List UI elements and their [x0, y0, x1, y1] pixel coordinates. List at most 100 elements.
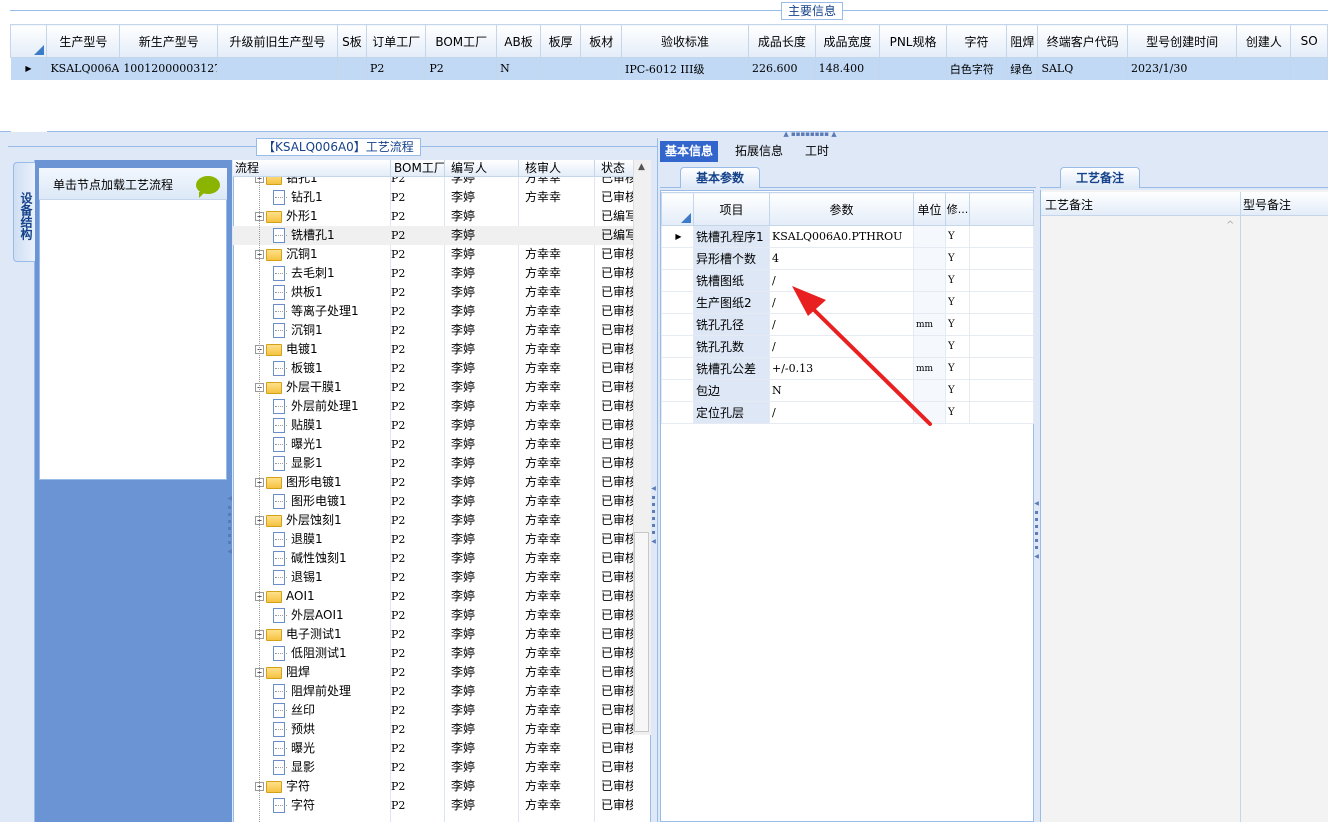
col-modifiable[interactable]: 修... — [945, 192, 970, 226]
param-modifiable-cell[interactable]: Y — [945, 269, 970, 292]
tree-row[interactable]: 外层AOI1 P2 李婷 方幸幸 已审核 — [233, 606, 633, 625]
col-reviewer[interactable]: 核审人 — [519, 160, 595, 177]
col-3[interactable]: S板 — [336, 24, 368, 58]
tree-row[interactable]: 去毛刺1 P2 李婷 方幸幸 已审核 — [233, 264, 633, 283]
col-17[interactable]: 创建人 — [1236, 24, 1292, 58]
cell-10[interactable]: 226.600 — [748, 57, 816, 80]
row-header[interactable] — [661, 247, 694, 270]
row-header[interactable] — [661, 357, 694, 380]
col-5[interactable]: BOM工厂 — [425, 24, 498, 58]
cell-11[interactable]: 148.400 — [815, 57, 881, 80]
tree-row[interactable]: − 电镀1 P2 李婷 方幸幸 已审核 — [233, 340, 633, 359]
row-header[interactable] — [661, 335, 694, 358]
param-modifiable-cell[interactable]: Y — [945, 335, 970, 358]
col-6[interactable]: AB板 — [496, 24, 541, 58]
tree-row[interactable]: 显影1 P2 李婷 方幸幸 已审核 — [233, 454, 633, 473]
splitter-grip-icon[interactable]: ▲ ▪▪▪▪▪▪▪▪ ▲ — [780, 131, 840, 138]
tree-row[interactable]: 图形电镀1 P2 李婷 方幸幸 已审核 — [233, 492, 633, 511]
param-modifiable-cell[interactable]: Y — [945, 313, 970, 336]
col-0[interactable]: 生产型号 — [46, 24, 121, 58]
tab-basic-params[interactable]: 基本参数 — [680, 167, 760, 188]
tree-row[interactable]: 预烘 P2 李婷 方幸幸 已审核 — [233, 720, 633, 739]
col-13[interactable]: 字符 — [945, 24, 1008, 58]
col-param[interactable]: 参数 — [769, 192, 914, 226]
scroll-thumb[interactable] — [634, 532, 649, 732]
row-indicator-icon[interactable]: ▶ — [661, 225, 694, 248]
param-unit-cell[interactable] — [913, 247, 946, 270]
tree-row[interactable]: − 外形1 P2 李婷 已编写 — [233, 207, 633, 226]
cell-1[interactable]: 10012000003127 — [119, 57, 219, 80]
tree-row[interactable]: 板镀1 P2 李婷 方幸幸 已审核 — [233, 359, 633, 378]
param-modifiable-cell[interactable]: Y — [945, 401, 970, 424]
param-modifiable-cell[interactable]: Y — [945, 291, 970, 314]
cell-8[interactable] — [580, 57, 623, 80]
tree-row[interactable]: 等离子处理1 P2 李婷 方幸幸 已审核 — [233, 302, 633, 321]
tree-row[interactable]: − AOI1 P2 李婷 方幸幸 已审核 — [233, 587, 633, 606]
param-modifiable-cell[interactable]: Y — [945, 357, 970, 380]
cell-7[interactable] — [540, 57, 582, 80]
cell-4[interactable]: P2 — [366, 57, 427, 80]
col-unit[interactable]: 单位 — [913, 192, 946, 226]
row-header[interactable] — [661, 269, 694, 292]
tree-row[interactable]: 退锡1 P2 李婷 方幸幸 已审核 — [233, 568, 633, 587]
col-15[interactable]: 终端客户代码 — [1037, 24, 1128, 58]
tree-row[interactable]: − 钻孔1 P2 李婷 方幸幸 已审核 — [233, 177, 633, 188]
cell-12[interactable] — [879, 57, 947, 80]
cell-15[interactable]: SALQ — [1037, 57, 1128, 80]
tree-row[interactable]: − 电子测试1 P2 李婷 方幸幸 已审核 — [233, 625, 633, 644]
param-value-cell[interactable]: 4 — [769, 247, 914, 270]
tree-row[interactable]: 低阻测试1 P2 李婷 方幸幸 已审核 — [233, 644, 633, 663]
tree-row[interactable]: − 沉铜1 P2 李婷 方幸幸 已审核 — [233, 245, 633, 264]
scroll-up-icon[interactable]: ^ — [1226, 220, 1234, 231]
tree-row[interactable]: 曝光 P2 李婷 方幸幸 已审核 — [233, 739, 633, 758]
col-writer[interactable]: 编写人 — [445, 160, 519, 177]
param-row[interactable]: ▶ 铣槽孔程序1 KSALQ006A0.PTHROU Y — [661, 225, 1034, 248]
tree-row[interactable]: 铣槽孔1 P2 李婷 已编写 — [233, 226, 633, 245]
tree-row[interactable]: − 图形电镀1 P2 李婷 方幸幸 已审核 — [233, 473, 633, 492]
col-16[interactable]: 型号创建时间 — [1126, 24, 1238, 58]
cell-16[interactable]: 2023/1/30 — [1127, 57, 1238, 80]
col-9[interactable]: 验收标准 — [621, 24, 750, 58]
tree-row[interactable]: − 外层蚀刻1 P2 李婷 方幸幸 已审核 — [233, 511, 633, 530]
tab-process-remarks[interactable]: 工艺备注 — [1060, 167, 1140, 188]
param-item-cell[interactable]: 异形槽个数 — [693, 247, 770, 270]
col-18[interactable]: SO — [1290, 24, 1328, 58]
param-unit-cell[interactable] — [913, 225, 946, 248]
cell-13[interactable]: 白色字符 — [946, 57, 1008, 80]
tree-row[interactable]: 丝印 P2 李婷 方幸幸 已审核 — [233, 701, 633, 720]
col-12[interactable]: PNL规格 — [879, 24, 947, 58]
param-item-cell[interactable]: 铣槽图纸 — [693, 269, 770, 292]
cell-5[interactable]: P2 — [425, 57, 498, 80]
tree-row[interactable]: 字符 P2 李婷 方幸幸 已审核 — [233, 796, 633, 815]
tree-row[interactable]: 贴膜1 P2 李婷 方幸幸 已审核 — [233, 416, 633, 435]
param-modifiable-cell[interactable]: Y — [945, 247, 970, 270]
tree-row[interactable]: 显影 P2 李婷 方幸幸 已审核 — [233, 758, 633, 777]
grid-corner[interactable] — [9, 24, 48, 58]
param-value-cell[interactable]: KSALQ006A0.PTHROU — [769, 225, 914, 248]
cell-9[interactable]: IPC-6012 III级 — [621, 57, 750, 80]
tree-row[interactable]: 退膜1 P2 李婷 方幸幸 已审核 — [233, 530, 633, 549]
tree-row[interactable]: 烘板1 P2 李婷 方幸幸 已审核 — [233, 283, 633, 302]
cell-17[interactable] — [1236, 57, 1292, 80]
tree-row[interactable]: − 外层干膜1 P2 李婷 方幸幸 已审核 — [233, 378, 633, 397]
scroll-up-icon[interactable]: ▲ — [634, 162, 649, 176]
param-item-cell[interactable]: 包边 — [693, 379, 770, 402]
tab-extended-info[interactable]: 拓展信息 — [730, 141, 788, 162]
tree-row[interactable]: 外层前处理1 P2 李婷 方幸幸 已审核 — [233, 397, 633, 416]
row-header[interactable] — [661, 313, 694, 336]
col-item[interactable]: 项目 — [693, 192, 770, 226]
col-1[interactable]: 新生产型号 — [119, 24, 219, 58]
col-model-remarks[interactable]: 型号备注 — [1243, 196, 1291, 213]
side-tab-equipment-structure[interactable]: 设备结构 — [13, 162, 35, 262]
table-row[interactable]: ▶ KSALQ006A0 10012000003127 P2 P2 N IPC-6012 … — [10, 57, 1328, 80]
col-11[interactable]: 成品宽度 — [814, 24, 881, 58]
row-header[interactable] — [661, 379, 694, 402]
col-8[interactable]: 板材 — [580, 24, 623, 58]
tab-basic-info[interactable]: 基本信息 — [660, 141, 719, 162]
row-header[interactable] — [661, 401, 694, 424]
splitter-grip-icon[interactable]: ◀ ▪▪▪▪▪▪ ◀ — [650, 485, 657, 545]
param-item-cell[interactable]: 铣孔孔数 — [693, 335, 770, 358]
speech-bubble-icon[interactable] — [196, 176, 220, 198]
col-bom-factory[interactable]: BOM工厂 — [391, 160, 445, 177]
grid-corner[interactable] — [661, 192, 694, 226]
